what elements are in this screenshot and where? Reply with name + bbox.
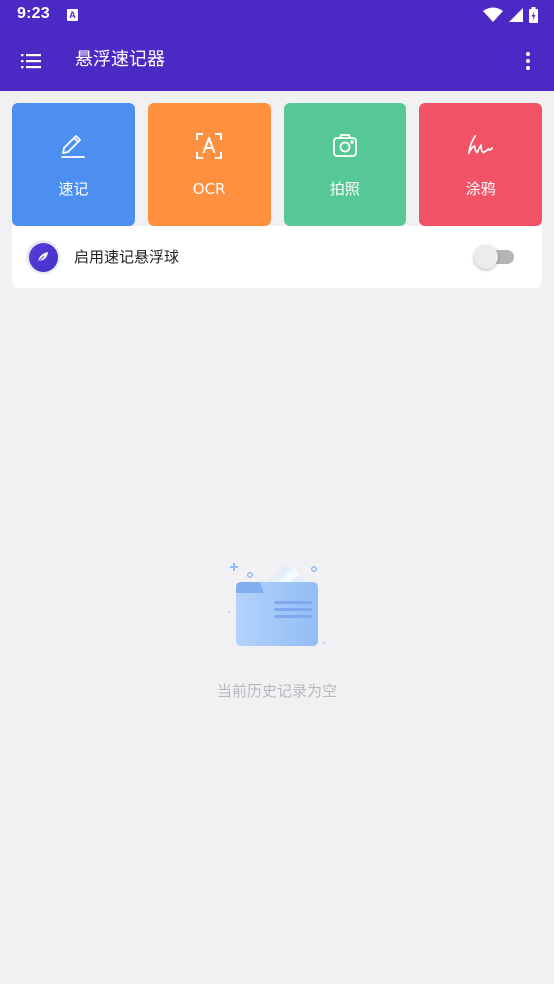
floating-ball-switch[interactable] bbox=[474, 245, 516, 269]
floating-ball-avatar bbox=[26, 240, 60, 274]
app-title: 悬浮速记器 bbox=[75, 49, 165, 70]
tile-camera[interactable]: 拍照 bbox=[283, 103, 407, 226]
signal-icon bbox=[509, 8, 523, 22]
tile-label: 拍照 bbox=[329, 180, 360, 198]
battery-charging-icon bbox=[529, 7, 538, 23]
pencil-icon bbox=[61, 135, 86, 158]
tile-label: 速记 bbox=[58, 180, 89, 198]
tile-quick-note[interactable]: 速记 bbox=[12, 103, 135, 226]
feather-icon bbox=[36, 252, 48, 264]
tile-ocr[interactable]: OCR bbox=[147, 103, 271, 226]
status-bar: 9:23 A bbox=[0, 0, 554, 30]
empty-state-message: 当前历史记录为空 bbox=[216, 682, 337, 700]
tile-doodle[interactable]: 涂鸦 bbox=[419, 103, 542, 226]
ocr-scan-icon bbox=[196, 133, 223, 159]
menu-button[interactable] bbox=[14, 44, 48, 78]
more-options-button[interactable] bbox=[518, 44, 538, 78]
floating-ball-label: 启用速记悬浮球 bbox=[74, 248, 180, 266]
tile-label: OCR bbox=[192, 180, 226, 198]
status-icons bbox=[483, 6, 538, 24]
wifi-icon bbox=[483, 7, 503, 22]
scribble-icon bbox=[467, 134, 493, 155]
switch-thumb bbox=[474, 245, 498, 269]
more-vertical-icon bbox=[526, 52, 530, 56]
empty-folder-icon bbox=[227, 563, 326, 646]
floating-ball-card: 启用速记悬浮球 bbox=[12, 226, 542, 288]
tile-label: 涂鸦 bbox=[465, 180, 496, 198]
action-tiles: 速记 OCR 拍照 涂鸦 bbox=[12, 103, 542, 226]
camera-icon bbox=[332, 134, 357, 157]
status-time: 9:23 bbox=[17, 5, 50, 22]
app-bar: 悬浮速记器 bbox=[0, 30, 554, 91]
menu-icon bbox=[21, 54, 41, 69]
notification-a-icon: A bbox=[67, 9, 78, 21]
